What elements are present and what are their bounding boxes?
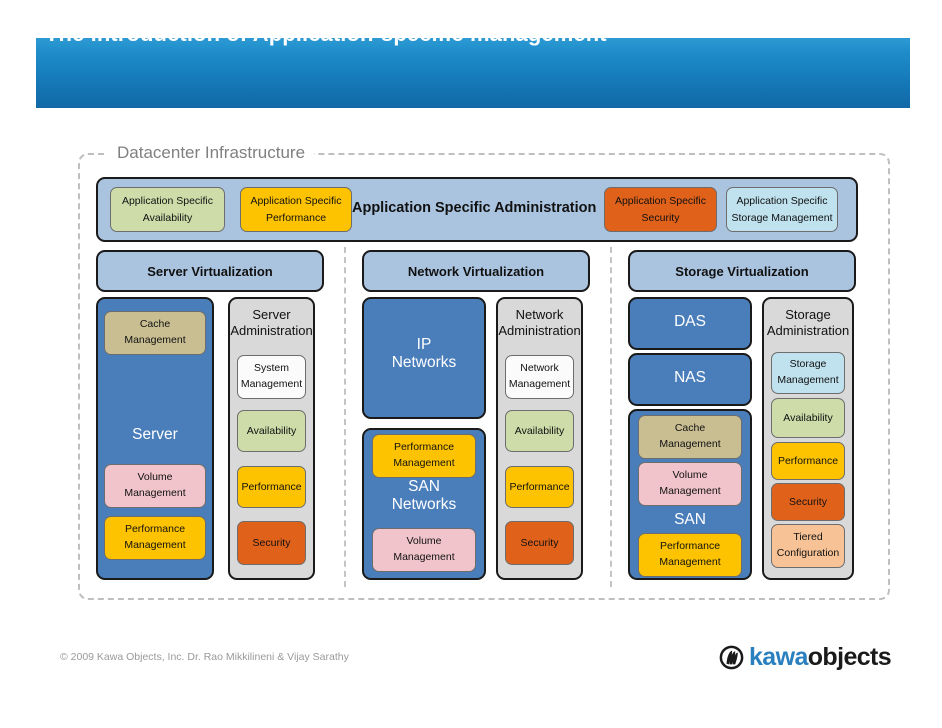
virtualization-header-network: Network Virtualization	[362, 250, 590, 292]
admin-panel-title-storage: Storage Administration	[766, 307, 850, 338]
resource-label-nas: NAS	[674, 369, 706, 386]
admin-chip-network-performance-: Performance	[505, 466, 574, 508]
resource-label-san-networks: SAN Networks	[391, 478, 457, 514]
admin-panel-title-network: Network Administration	[498, 307, 581, 338]
kawaobjects-logo: kawa objects	[719, 643, 892, 672]
chip-performance-management: Performance Management	[104, 516, 206, 560]
admin-chip-network-availability-: Availability	[505, 410, 574, 452]
app-specific-chip-performance: Application Specific Performance	[240, 187, 352, 232]
admin-chip-network-security-: Security	[505, 521, 574, 565]
admin-panel-title-server: Server Administration	[230, 307, 313, 338]
admin-chip-network-network-management: Network Management	[505, 355, 574, 399]
app-specific-chip-security: Application Specific Security	[604, 187, 717, 232]
chip-volume-management: Volume Management	[372, 528, 476, 572]
chip-performance-management: Performance Management	[372, 434, 476, 478]
logo-text-objects: objects	[807, 643, 892, 671]
admin-chip-server-security-: Security	[237, 521, 306, 565]
copyright-notice: © 2009 Kawa Objects, Inc. Dr. Rao Mikkil…	[60, 651, 349, 663]
admin-chip-server-system-management: System Management	[237, 355, 306, 399]
virtualization-header-storage: Storage Virtualization	[628, 250, 856, 292]
resource-label-san: SAN	[674, 511, 706, 528]
admin-chip-server-performance-: Performance	[237, 466, 306, 508]
chip-volume-management: Volume Management	[104, 464, 206, 508]
admin-chip-server-availability-: Availability	[237, 410, 306, 452]
application-specific-administration-title: Application Specific Administration	[352, 200, 597, 216]
resource-label-das: DAS	[674, 313, 706, 330]
column-divider-storage	[610, 247, 612, 587]
kawa-logo-mark-icon	[719, 645, 744, 670]
virtualization-header-server: Server Virtualization	[96, 250, 324, 292]
logo-text-kawa: kawa	[749, 643, 808, 671]
chip-cache-management: Cache Management	[638, 415, 742, 459]
admin-chip-storage-availability-: Availability	[771, 398, 845, 438]
slide-title-bar	[36, 38, 910, 108]
chip-cache-management: Cache Management	[104, 311, 206, 355]
admin-chip-storage-security-: Security	[771, 483, 845, 521]
page-title: The introduction of Application-specific…	[45, 21, 607, 46]
resource-label-ip-networks: IP Networks	[391, 336, 457, 372]
chip-volume-management: Volume Management	[638, 462, 742, 506]
chip-performance-management: Performance Management	[638, 533, 742, 577]
datacenter-infrastructure-label: Datacenter Infrastructure	[108, 143, 315, 163]
admin-chip-storage-tiered-configuration: Tiered Configuration	[771, 524, 845, 568]
admin-chip-storage-performance-: Performance	[771, 442, 845, 480]
resource-label-server: Server	[132, 426, 178, 443]
admin-chip-storage-storage-management: Storage Management	[771, 352, 845, 394]
app-specific-chip-availability: Application Specific Availability	[110, 187, 225, 232]
column-divider-network	[344, 247, 346, 587]
app-specific-chip-storage-management: Application Specific Storage Management	[726, 187, 838, 232]
